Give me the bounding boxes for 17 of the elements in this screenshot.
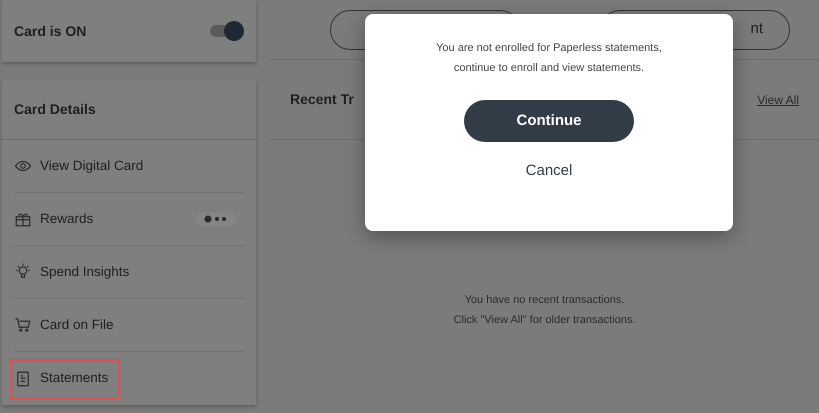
empty-message: You have no recent transactions. (464, 293, 624, 308)
cart-icon (14, 316, 32, 334)
panel-title: Card Details (14, 100, 96, 119)
menu-item[interactable]: Card on File (10, 305, 126, 345)
section-title: Recent Tr (290, 90, 354, 109)
document-icon (14, 370, 32, 388)
menu-item[interactable]: Rewards (10, 199, 106, 239)
empty-message: Click "View All" for older transactions. (454, 313, 636, 328)
lightbulb-icon (14, 263, 32, 281)
menu-item[interactable]: View Digital Card (10, 146, 156, 186)
cancel-button[interactable]: Cancel (520, 160, 578, 182)
card-status-label: Card is ON (14, 22, 86, 40)
menu-item[interactable]: Statements (10, 358, 120, 398)
view-all-link[interactable]: View All (757, 90, 799, 108)
dialog-message: You are not enrolled for Paperless statements, continue to enroll and view statements. (435, 41, 663, 76)
menu-item[interactable]: Spend Insights (10, 252, 142, 292)
continue-button[interactable]: Continue (464, 100, 634, 142)
